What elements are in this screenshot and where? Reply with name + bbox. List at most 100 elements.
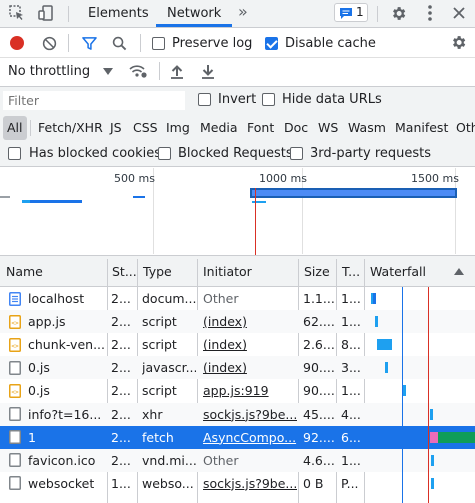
table-row[interactable]: websocket 1... webso... sockjs.js?9be... 0 B… (0, 472, 475, 495)
invert-label: Invert (218, 92, 257, 107)
type-filter-all[interactable]: All (3, 116, 27, 140)
cell-name: 1 (28, 429, 36, 445)
filter-input[interactable] (3, 91, 185, 110)
column-header-type[interactable]: Type (143, 264, 172, 279)
cell-size: 90.... (303, 360, 335, 376)
disable-cache-checkbox[interactable] (265, 37, 278, 50)
cell-time: 1... (341, 314, 361, 330)
type-filter-img[interactable]: Img (166, 116, 190, 140)
toolbar-divider-3 (159, 62, 160, 80)
more-options-icon[interactable] (420, 3, 440, 23)
waterfall-bar (430, 408, 433, 420)
file-icon (8, 360, 22, 375)
cell-status: 2... (111, 337, 131, 353)
table-row[interactable]: info?t=16... 2... xhr sockjs.js?9be... 45...… (0, 402, 475, 426)
overview-bar (22, 200, 82, 203)
cell-initiator[interactable]: sockjs.js?9be... (203, 403, 297, 426)
cell-type: docum... (142, 291, 196, 306)
cell-time: 1... (341, 291, 361, 306)
cell-initiator[interactable]: AsyncCompo... (203, 426, 297, 449)
svg-text:<>: <> (11, 343, 19, 350)
tabbar-divider (68, 6, 69, 22)
filter-funnel-icon[interactable] (80, 34, 98, 52)
cell-type: script (142, 383, 177, 399)
type-filter-ws[interactable]: WS (318, 116, 338, 140)
waterfall-bar (373, 293, 376, 304)
cell-initiator[interactable]: (index) (203, 356, 297, 379)
sort-ascending-icon[interactable] (452, 264, 466, 278)
table-row[interactable]: 1 2... fetch AsyncCompo... 92.... 6... (0, 425, 475, 449)
table-row[interactable]: <> 0.js 2... script app.js:919 90.... 1... (0, 379, 475, 402)
column-header-waterfall[interactable]: Waterfall (370, 264, 426, 279)
disable-cache-label: Disable cache (285, 36, 376, 51)
overview-timeline[interactable]: 500 ms 1000 ms 1500 ms (0, 167, 475, 255)
network-settings-gear-icon[interactable] (448, 32, 468, 52)
overview-tick-label: 500 ms (114, 172, 155, 185)
table-row[interactable]: 0.js 2... javascr... (index) 90.... 3... (0, 356, 475, 380)
overview-tick-label: 1000 ms (259, 172, 307, 185)
import-har-icon[interactable] (168, 62, 186, 80)
cell-initiator: Other (203, 452, 239, 468)
waterfall-bar (430, 431, 438, 443)
column-header-name[interactable]: Name (6, 264, 43, 279)
cell-type: script (142, 314, 177, 330)
cell-initiator[interactable]: app.js:919 (203, 379, 297, 402)
cell-initiator[interactable]: (index) (203, 333, 297, 356)
cell-size: 90.... (303, 383, 335, 399)
table-row[interactable]: favicon.ico 2... vnd.mi... Other 4.6... 1... (0, 448, 475, 472)
column-header-time[interactable]: T... (342, 264, 360, 279)
tab-elements[interactable]: Elements (88, 6, 149, 21)
cell-time: 3... (341, 360, 361, 376)
type-filter-doc[interactable]: Doc (284, 116, 308, 140)
type-filter-js[interactable]: JS (110, 116, 122, 140)
hide-data-urls-checkbox[interactable] (262, 93, 275, 106)
more-tabs-button[interactable]: » (238, 2, 248, 21)
chevron-down-icon[interactable] (102, 64, 114, 78)
network-conditions-icon[interactable] (127, 61, 149, 81)
type-filter-media[interactable]: Media (200, 116, 238, 140)
tab-network[interactable]: Network (167, 6, 221, 21)
table-row[interactable]: <> app.js 2... script (index) 62.... 1... (0, 310, 475, 334)
cell-name: 0.js (28, 360, 50, 376)
overview-bar (0, 196, 10, 198)
type-filter-manifest[interactable]: Manifest (395, 116, 448, 140)
cell-initiator[interactable]: (index) (203, 310, 297, 333)
inspect-element-icon[interactable] (8, 4, 26, 22)
third-party-requests-label: 3rd-party requests (310, 146, 432, 161)
has-blocked-cookies-checkbox[interactable] (8, 147, 21, 160)
third-party-requests-checkbox[interactable] (290, 147, 303, 160)
table-row[interactable]: <> chunk-ven... 2... script (index) 2.6... 8..… (0, 333, 475, 356)
cell-size: 45.... (303, 406, 335, 422)
close-devtools-icon[interactable] (449, 3, 469, 23)
cell-status: 2... (111, 429, 131, 445)
column-header-initiator[interactable]: Initiator (203, 264, 252, 279)
settings-gear-icon[interactable] (388, 3, 408, 23)
cell-size: 92.... (303, 429, 335, 445)
cell-initiator[interactable]: sockjs.js?9be... (203, 472, 297, 495)
search-icon[interactable] (110, 34, 128, 52)
toolbar-divider (68, 34, 69, 52)
clear-icon[interactable] (40, 34, 58, 52)
cell-status: 2... (111, 360, 131, 376)
column-header-status[interactable]: St... (112, 264, 137, 279)
device-toolbar-icon[interactable] (37, 4, 55, 22)
throttling-select[interactable]: No throttling (8, 64, 90, 79)
message-icon (339, 6, 353, 20)
issues-badge[interactable]: 1 (334, 3, 368, 22)
table-row[interactable]: localhost 2... docum... Other 1.1... 1... (0, 287, 475, 310)
blocked-requests-checkbox[interactable] (158, 147, 171, 160)
type-filter-css[interactable]: CSS (133, 116, 158, 140)
overview-tick-label: 1500 ms (411, 172, 459, 185)
export-har-icon[interactable] (199, 62, 217, 80)
record-button[interactable] (10, 36, 24, 50)
script-icon: <> (8, 337, 22, 352)
preserve-log-checkbox[interactable] (152, 37, 165, 50)
cell-initiator: Other (203, 291, 239, 306)
overview-selection[interactable] (250, 188, 457, 198)
invert-checkbox[interactable] (198, 93, 211, 106)
column-header-size[interactable]: Size (304, 264, 330, 279)
type-filter-other[interactable]: Oth (456, 116, 475, 140)
type-filter-fetch-xhr[interactable]: Fetch/XHR (38, 116, 103, 140)
type-filter-wasm[interactable]: Wasm (348, 116, 386, 140)
type-filter-font[interactable]: Font (247, 116, 274, 140)
